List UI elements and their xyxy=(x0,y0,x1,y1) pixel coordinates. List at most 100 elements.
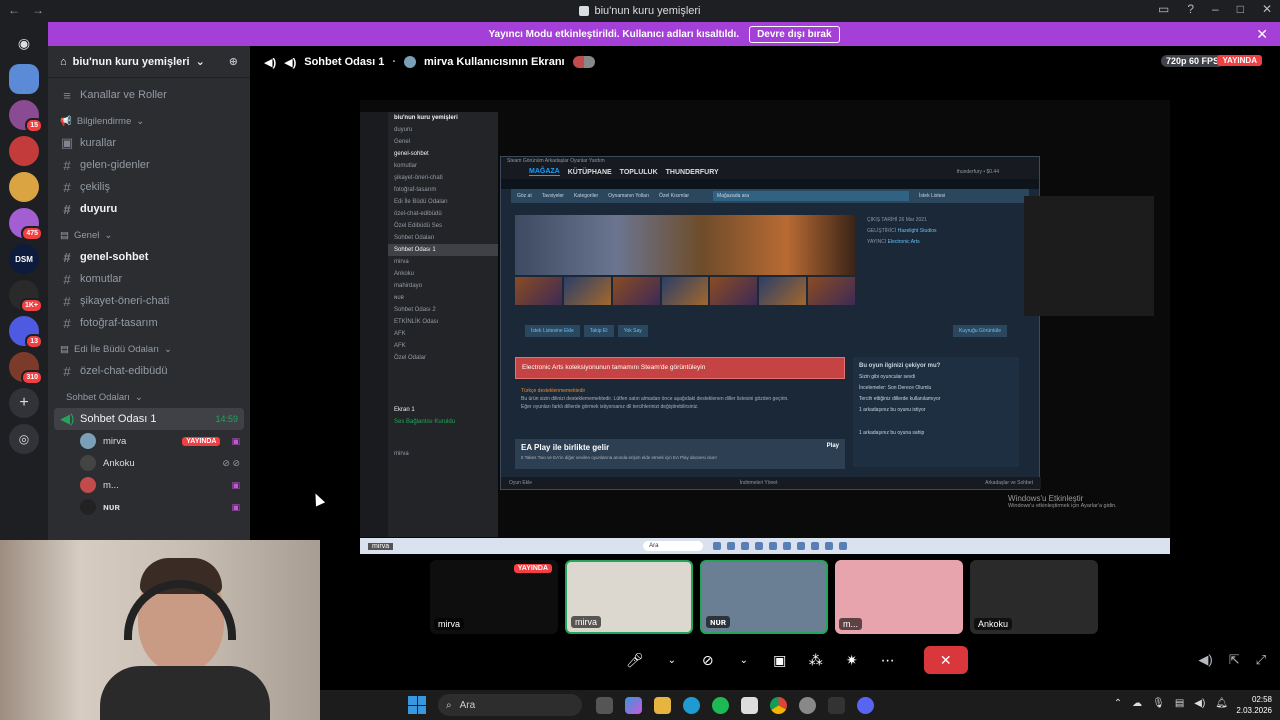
channel-komutlar[interactable]: # komutlar xyxy=(48,268,250,290)
obs-icon[interactable] xyxy=(828,696,845,714)
volume-icon[interactable]: ◀) xyxy=(1194,698,1205,709)
mic-icon[interactable]: 🎙︎ xyxy=(1152,698,1165,709)
folder-icon[interactable] xyxy=(654,696,671,714)
ea-collection-banner[interactable]: Electronic Arts koleksiyonunun tamamını … xyxy=(515,357,845,379)
shared-screen[interactable]: biu'nun kuru yemişleri duyuru Genel gene… xyxy=(360,100,1170,554)
participant-tile[interactable]: ɴᴜʀ xyxy=(700,560,828,634)
taskbar-clock[interactable]: 02:58 2.03.2026 xyxy=(1236,694,1272,716)
server-header[interactable]: ⌂ biu'nun kuru yemişleri ⌄ ⊕ xyxy=(48,46,250,78)
voice-user[interactable]: Ankoku ⊘ ⊘ xyxy=(48,452,250,474)
back-icon[interactable]: ← xyxy=(8,3,20,17)
ignore-button[interactable]: Yok Say xyxy=(617,325,648,337)
steam-search-input[interactable]: Mağazada ara xyxy=(713,191,910,201)
thumbnail[interactable] xyxy=(759,277,807,305)
channel-gelen-gidenler[interactable]: # gelen-gidenler xyxy=(48,154,250,176)
more-icon[interactable]: ⋯ xyxy=(874,646,902,674)
server-icon[interactable]: 1K+ xyxy=(9,280,43,313)
channel-kurallar[interactable]: ▣ kurallar xyxy=(48,132,250,154)
manage-downloads-button[interactable]: İndirmeleri Yönet xyxy=(740,477,778,489)
server-icon[interactable]: 15 xyxy=(9,100,43,133)
thumbnail[interactable] xyxy=(710,277,758,305)
close-window-icon[interactable]: ✕ xyxy=(1262,2,1272,16)
thumbnail[interactable] xyxy=(661,277,709,305)
edge-icon[interactable] xyxy=(683,696,700,714)
steam-nav-community[interactable]: TOPLULUK xyxy=(620,169,658,176)
volume-icon[interactable]: ◀) xyxy=(1198,652,1212,668)
steam-menu-item[interactable]: Kategoriler xyxy=(574,193,598,199)
info-value[interactable]: Electronic Arts xyxy=(888,239,920,245)
participant-tile[interactable]: YAYINDA mirva xyxy=(430,560,558,634)
participant-tile[interactable]: m... xyxy=(835,560,963,634)
network-icon[interactable]: ▤ xyxy=(1175,698,1184,709)
screen-share-icon[interactable]: ▣ xyxy=(766,646,794,674)
category-sohbet-odalari[interactable]: Sohbet Odaları ⌄ xyxy=(48,386,250,408)
close-banner-icon[interactable]: ✕ xyxy=(1256,26,1268,43)
server-icon[interactable]: 13 xyxy=(9,316,43,349)
help-icon[interactable]: ? xyxy=(1187,2,1194,16)
thumbnail[interactable] xyxy=(612,277,660,305)
cloud-icon[interactable]: ☁ xyxy=(1132,698,1142,709)
channel-cekilis[interactable]: # çekiliş xyxy=(48,176,250,198)
discord-icon[interactable] xyxy=(857,696,874,714)
popout-icon[interactable]: ⇱ xyxy=(1229,652,1240,668)
disable-streamer-mode-button[interactable]: Devre dışı bırak xyxy=(749,25,840,43)
wishlist-button[interactable]: İstek Listesine Ekle xyxy=(525,325,580,337)
tray-expand-icon[interactable]: ⌃ xyxy=(1114,698,1122,709)
copilot-icon[interactable] xyxy=(625,696,642,714)
add-game-button[interactable]: Oyun Ekle xyxy=(509,477,532,489)
disconnect-button[interactable]: ✕ xyxy=(923,646,968,674)
thumbnail[interactable] xyxy=(808,277,856,305)
windows-start-icon[interactable] xyxy=(408,696,426,714)
follow-button[interactable]: Takip Et xyxy=(583,325,614,337)
channel-duyuru[interactable]: # duyuru xyxy=(48,198,250,220)
add-server-icon[interactable]: + xyxy=(9,388,39,418)
notification-icon[interactable]: 🔔︎ xyxy=(1215,698,1228,709)
fullscreen-icon[interactable]: ⤢ xyxy=(1256,652,1266,668)
activities-icon[interactable]: ⁂ xyxy=(802,646,830,674)
channel-genel-sohbet[interactable]: # genel-sohbet xyxy=(48,246,250,268)
server-icon[interactable]: DSM xyxy=(9,244,39,274)
thumbnail[interactable] xyxy=(563,277,611,305)
invite-icon[interactable]: ⊕ xyxy=(229,55,238,68)
spotify-icon[interactable] xyxy=(712,696,729,714)
channel-fotograf[interactable]: # fotoğraf-tasarım xyxy=(48,312,250,334)
microphone-icon[interactable]: 🎤︎ xyxy=(620,646,650,674)
chrome-icon[interactable] xyxy=(770,696,787,714)
settings-icon[interactable] xyxy=(799,696,816,714)
steam-wishlist[interactable]: İstek Listesi xyxy=(919,193,945,199)
server-icon[interactable] xyxy=(9,136,39,166)
ea-play-button[interactable]: Play xyxy=(827,443,839,449)
discover-icon[interactable]: ◎ xyxy=(9,424,39,454)
channels-roles[interactable]: ≡ Kanallar ve Roller xyxy=(48,84,250,106)
minimize-icon[interactable]: – xyxy=(1212,2,1219,16)
steam-menu-item[interactable]: Oynamanın Yolları xyxy=(608,193,649,199)
taskbar-search[interactable]: ⌕ Ara xyxy=(438,694,582,716)
participant-tile[interactable]: mirva xyxy=(565,560,693,634)
voice-user[interactable]: m... ▣ xyxy=(48,474,250,496)
inbox-icon[interactable]: ▭ xyxy=(1158,2,1169,16)
thumbnail[interactable] xyxy=(515,277,562,305)
steam-nav-profile[interactable]: THUNDERFURY xyxy=(666,169,719,176)
info-value[interactable]: Hazelight Studios xyxy=(898,228,937,234)
store-icon[interactable] xyxy=(741,696,758,714)
chevron-down-icon[interactable]: ⌄ xyxy=(730,646,758,674)
maximize-icon[interactable]: □ xyxy=(1237,2,1244,16)
friends-chat-button[interactable]: Arkadaşlar ve Sohbet xyxy=(985,477,1033,489)
category-edi-budu[interactable]: ▤ Edi İle Büdü Odaları ⌄ xyxy=(48,338,250,360)
server-icon[interactable]: 475 xyxy=(9,208,43,241)
channel-sikayet[interactable]: # şikayet-öneri-chati xyxy=(48,290,250,312)
steam-nav-store[interactable]: MAĞAZA xyxy=(529,168,560,176)
server-icon-active[interactable] xyxy=(9,64,39,94)
channel-ozel-chat[interactable]: # özel-chat-edibüdü xyxy=(48,360,250,382)
file-explorer-icon[interactable] xyxy=(596,696,613,714)
server-icon[interactable] xyxy=(9,172,39,202)
discord-home-icon[interactable]: ◉ xyxy=(9,28,39,58)
steam-nav-library[interactable]: KÜTÜPHANE xyxy=(568,169,612,176)
camera-off-icon[interactable]: ⊘ xyxy=(694,646,722,674)
steam-menu-item[interactable]: Özel Kısımlar xyxy=(659,193,689,199)
steam-menu-item[interactable]: Göz at xyxy=(517,193,532,199)
voice-user[interactable]: mirva YAYINDA ▣ xyxy=(48,430,250,452)
voice-user[interactable]: ɴᴜʀ ▣ xyxy=(48,496,250,518)
steam-menu-item[interactable]: Tavsiyeler xyxy=(542,193,564,199)
participant-tile[interactable]: Ankoku xyxy=(970,560,1098,634)
